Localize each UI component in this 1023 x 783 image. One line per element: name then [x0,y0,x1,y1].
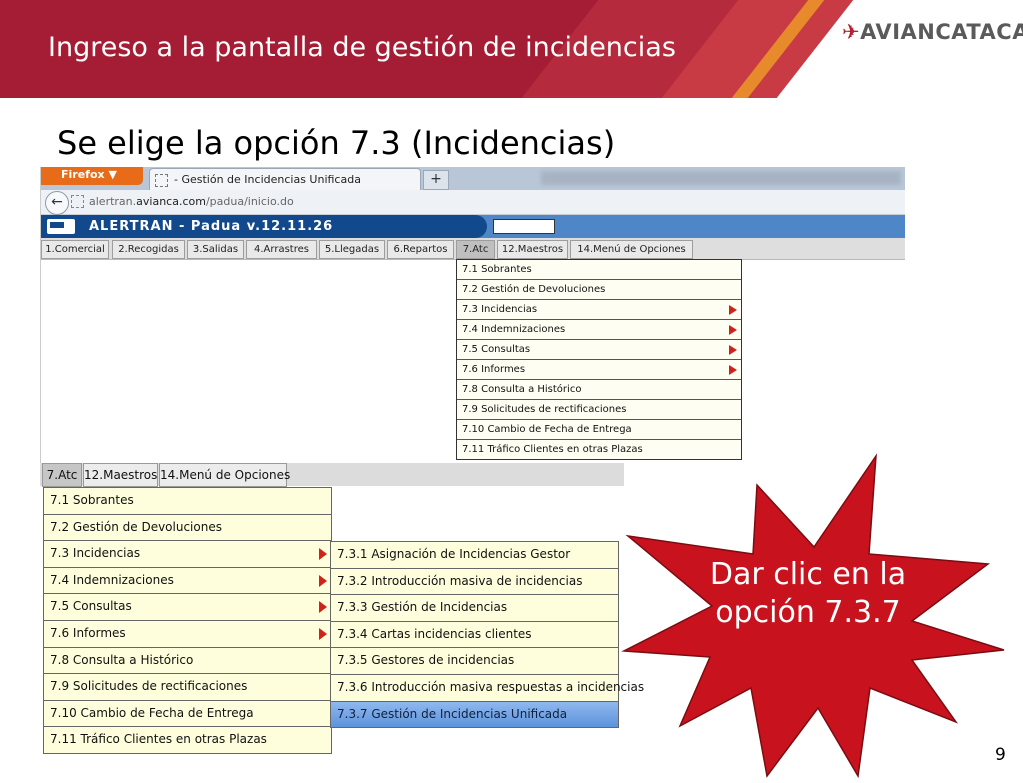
atc-item-devoluciones[interactable]: 7.2 Gestión de Devoluciones [457,280,741,300]
submenu-item-asignacion[interactable]: 7.3.1 Asignación de Incidencias Gestor [331,542,618,569]
url-bar[interactable]: alertran.avianca.com/padua/inicio.do [89,190,889,213]
app-header: ALERTRAN - Padua v.12.11.26 [41,215,905,238]
app-title-band: ALERTRAN - Padua v.12.11.26 [41,215,487,238]
zoom-menu-opciones[interactable]: 14.Menú de Opciones [159,463,290,487]
atc-dropdown: 7.1 Sobrantes 7.2 Gestión de Devolucione… [456,259,742,460]
zoom-atc-item-cambio-fecha[interactable]: 7.10 Cambio de Fecha de Entrega [44,701,331,728]
browser-screenshot: Firefox ▼ - Gestión de Incidencias Unifi… [40,167,905,463]
firefox-menu-button[interactable]: Firefox ▼ [41,167,143,185]
slide-title: Ingreso a la pantalla de gestión de inci… [48,32,676,63]
menu-maestros[interactable]: 12.Maestros [497,240,568,259]
app-title: ALERTRAN - Padua v.12.11.26 [89,219,334,234]
atc-item-cambio-fecha[interactable]: 7.10 Cambio de Fecha de Entrega [457,420,741,440]
incidencias-submenu: 7.3.1 Asignación de Incidencias Gestor 7… [330,541,644,729]
menu-recogidas[interactable]: 2.Recogidas [112,240,185,259]
zoomed-menu-screenshot: 7.Atc 12.Maestros 14.Menú de Opciones 7.… [40,463,644,755]
tab-title: - Gestión de Incidencias Unificada [174,173,361,186]
zoomed-atc-dropdown: 7.1 Sobrantes 7.2 Gestión de Devolucione… [43,487,332,754]
new-tab-button[interactable]: + [423,170,449,190]
zoom-atc-item-indemnizaciones[interactable]: 7.4 Indemnizaciones [44,568,331,595]
bus-icon [47,219,75,234]
zoom-menu-maestros[interactable]: 12.Maestros [83,463,158,487]
zoomed-menu-bar: 7.Atc 12.Maestros 14.Menú de Opciones [40,463,624,487]
submenu-item-gestores[interactable]: 7.3.5 Gestores de incidencias [331,648,618,675]
zoom-atc-item-rectificaciones[interactable]: 7.9 Solicitudes de rectificaciones [44,674,331,701]
callout-text: Dar clic en la opción 7.3.7 [709,557,907,630]
menu-llegadas[interactable]: 5.Llegadas [319,240,385,259]
submenu-arrow-icon [319,574,327,587]
zoom-atc-item-consultas[interactable]: 7.5 Consultas [44,594,331,621]
submenu-arrow-icon [319,548,327,561]
atc-item-historico[interactable]: 7.8 Consulta a Histórico [457,380,741,400]
atc-item-informes[interactable]: 7.6 Informes [457,360,741,380]
atc-item-rectificaciones[interactable]: 7.9 Solicitudes de rectificaciones [457,400,741,420]
blurred-window-title [541,171,901,185]
submenu-arrow-icon [729,365,737,375]
atc-item-sobrantes[interactable]: 7.1 Sobrantes [457,260,741,280]
zoom-atc-item-trafico[interactable]: 7.11 Tráfico Clientes en otras Plazas [44,727,331,753]
menu-atc[interactable]: 7.Atc [456,240,495,259]
menu-arrastres[interactable]: 4.Arrastres [246,240,317,259]
submenu-item-gestion[interactable]: 7.3.3 Gestión de Incidencias [331,595,618,622]
menu-comercial[interactable]: 1.Comercial [41,240,109,259]
tab-strip: Firefox ▼ - Gestión de Incidencias Unifi… [41,167,905,191]
aviancataca-logo: ✈AVIANCATACA [842,20,1023,44]
site-identity-icon[interactable] [71,195,84,208]
submenu-item-cartas[interactable]: 7.3.4 Cartas incidencias clientes [331,622,618,649]
submenu-item-gestion-unificada[interactable]: 7.3.7 Gestión de Incidencias Unificada [331,701,618,728]
submenu-arrow-icon [729,325,737,335]
app-search-field[interactable] [493,219,555,234]
page-icon [155,173,168,187]
menu-repartos[interactable]: 6.Repartos [387,240,454,259]
slide-subtitle: Se elige la opción 7.3 (Incidencias) [57,124,616,162]
atc-item-incidencias[interactable]: 7.3 Incidencias [457,300,741,320]
browser-tab[interactable]: - Gestión de Incidencias Unificada [149,168,421,191]
submenu-item-respuestas-masivas[interactable]: 7.3.6 Introducción masiva respuestas a i… [331,675,644,702]
back-arrow-icon[interactable]: ← [45,191,69,215]
zoom-atc-item-informes[interactable]: 7.6 Informes [44,621,331,648]
zoom-menu-atc[interactable]: 7.Atc [42,463,82,487]
submenu-arrow-icon [319,601,327,614]
menu-opciones[interactable]: 14.Menú de Opciones [570,240,693,259]
zoom-atc-item-incidencias[interactable]: 7.3 Incidencias [44,541,331,568]
submenu-item-introduccion-masiva[interactable]: 7.3.2 Introducción masiva de incidencias [331,569,618,596]
atc-item-indemnizaciones[interactable]: 7.4 Indemnizaciones [457,320,741,340]
submenu-arrow-icon [729,305,737,315]
navigation-bar: ← alertran.avianca.com/padua/inicio.do [41,190,905,215]
submenu-arrow-icon [729,345,737,355]
submenu-arrow-icon [319,627,327,640]
app-menu-bar: 1.Comercial 2.Recogidas 3.Salidas 4.Arra… [41,238,905,260]
zoom-atc-item-historico[interactable]: 7.8 Consulta a Histórico [44,648,331,675]
atc-item-consultas[interactable]: 7.5 Consultas [457,340,741,360]
page-number: 9 [995,745,1006,765]
menu-salidas[interactable]: 3.Salidas [187,240,244,259]
slide-header: Ingreso a la pantalla de gestión de inci… [0,0,1023,98]
zoom-atc-item-sobrantes[interactable]: 7.1 Sobrantes [44,488,331,515]
zoom-atc-item-devoluciones[interactable]: 7.2 Gestión de Devoluciones [44,515,331,542]
